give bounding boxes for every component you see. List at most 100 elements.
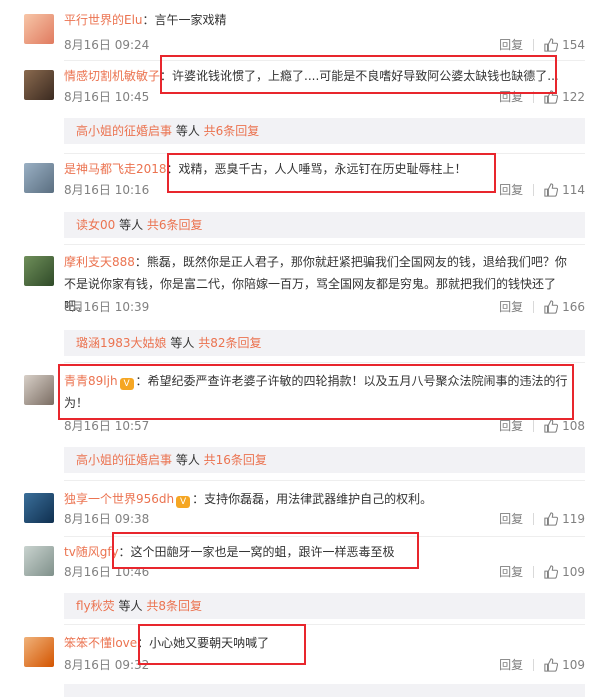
sub-reply-count-link[interactable]: 共16条回复 <box>204 453 267 467</box>
thumbs-up-icon <box>544 658 559 672</box>
comment-username[interactable]: 平行世界的Elu <box>64 13 143 27</box>
sub-reply-summary[interactable]: 读女00 等人 共6条回复 <box>64 212 585 238</box>
thumbs-up-icon <box>544 183 559 197</box>
thumbs-up-icon <box>544 300 559 314</box>
comment-time: 8月16日 10:57 <box>64 419 150 433</box>
like-count: 119 <box>562 512 585 526</box>
reply-button[interactable]: 回复 <box>499 37 523 53</box>
sub-reply-count-link[interactable]: 共6条回复 <box>147 218 203 232</box>
like-count: 166 <box>562 300 585 314</box>
avatar[interactable] <box>24 546 54 576</box>
like-count: 108 <box>562 419 585 433</box>
divider <box>533 91 535 103</box>
avatar[interactable] <box>24 70 54 100</box>
comment-time: 8月16日 09:32 <box>64 658 150 672</box>
comment-username[interactable]: 青青89ljh <box>64 374 118 388</box>
thumbs-up-icon <box>544 419 559 433</box>
thumbs-up-icon <box>544 565 559 579</box>
thumbs-up-icon <box>544 90 559 104</box>
comment-time: 8月16日 10:46 <box>64 565 150 579</box>
sub-reply-mid: 等人 <box>172 453 204 467</box>
avatar[interactable] <box>24 375 54 405</box>
like-count: 109 <box>562 565 585 579</box>
sub-reply-summary[interactable]: fly秋荧 等人 共8条回复 <box>64 593 585 619</box>
comment-username[interactable]: 独享一个世界956dh <box>64 492 174 506</box>
divider <box>64 153 585 154</box>
divider <box>533 659 535 671</box>
divider <box>64 362 585 363</box>
like-count: 114 <box>562 183 585 197</box>
thumbs-up-icon <box>544 512 559 526</box>
avatar[interactable] <box>24 637 54 667</box>
like-button[interactable]: 166 <box>544 299 585 315</box>
like-button[interactable]: 114 <box>544 182 585 198</box>
divider <box>533 301 535 313</box>
like-count: 109 <box>562 658 585 672</box>
avatar[interactable] <box>24 14 54 44</box>
thumbs-up-icon <box>544 38 559 52</box>
reply-button[interactable]: 回复 <box>499 182 523 198</box>
divider <box>64 244 585 245</box>
sub-reply-user[interactable]: fly秋荧 <box>76 599 115 613</box>
sub-reply-user[interactable]: 璐涵1983大姑娘 <box>76 336 167 350</box>
reply-button[interactable]: 回复 <box>499 89 523 105</box>
comment-time: 8月16日 10:45 <box>64 90 150 104</box>
comment-time: 8月16日 09:38 <box>64 512 150 526</box>
like-button[interactable]: 109 <box>544 657 585 673</box>
divider <box>64 480 585 481</box>
sub-reply-count-link[interactable]: 共8条回复 <box>146 599 202 613</box>
sub-reply-user[interactable]: 读女00 <box>76 218 115 232</box>
sub-reply-summary[interactable]: 璐涵1983大姑娘 等人 共82条回复 <box>64 330 585 356</box>
avatar[interactable] <box>24 163 54 193</box>
divider <box>533 566 535 578</box>
avatar[interactable] <box>24 493 54 523</box>
sub-reply-count-link[interactable]: 共82条回复 <box>198 336 261 350</box>
sub-reply-user[interactable]: 高小姐的征婚启事 <box>76 124 172 138</box>
comment-username[interactable]: 笨笨不懂love <box>64 636 137 650</box>
comment-time: 8月16日 10:39 <box>64 300 150 314</box>
reply-button[interactable]: 回复 <box>499 564 523 580</box>
comment-text: ：小心她又要朝天呐喊了 <box>137 636 270 650</box>
reply-button[interactable]: 回复 <box>499 299 523 315</box>
comment-username[interactable]: 情感切割机敏敏子 <box>64 69 160 83</box>
like-button[interactable]: 119 <box>544 511 585 527</box>
divider <box>64 60 585 61</box>
divider <box>533 184 535 196</box>
sub-reply-mid: 等人 <box>172 124 204 138</box>
comment-text: ：支持你磊磊，用法律武器维护自己的权利。 <box>192 492 433 506</box>
comment-text: ：言午一家戏精 <box>142 13 227 27</box>
avatar[interactable] <box>24 256 54 286</box>
like-button[interactable]: 122 <box>544 89 585 105</box>
comment-text: ：戏精，恶臭千古，人人唾骂，永远钉在历史耻辱柱上！ <box>166 162 467 176</box>
comment-username[interactable]: 摩利支天888 <box>64 255 135 269</box>
comment-time: 8月16日 10:16 <box>64 183 150 197</box>
reply-button[interactable]: 回复 <box>499 657 523 673</box>
sub-reply-count-link[interactable]: 共6条回复 <box>204 124 260 138</box>
sub-reply-mid: 等人 <box>114 599 147 613</box>
like-button[interactable]: 154 <box>544 37 585 53</box>
comment-username[interactable]: tv随风gfy <box>64 545 119 559</box>
divider <box>533 420 535 432</box>
reply-button[interactable]: 回复 <box>499 511 523 527</box>
sub-reply-user[interactable]: 高小姐的征婚启事 <box>76 453 172 467</box>
sub-reply-summary[interactable]: 高小姐的征婚启事 等人 共16条回复 <box>64 447 585 473</box>
sub-reply-mid: 等人 <box>115 218 147 232</box>
sub-reply-summary[interactable]: 高小姐的征婚启事 等人 共6条回复 <box>64 118 585 144</box>
comment-text: ：希望纪委严查许老婆子许敏的四轮捐款！以及五月八号聚众法院闹事的违法的行为！ <box>64 374 568 410</box>
vip-badge-icon: V <box>119 378 134 390</box>
vip-badge-icon: V <box>176 496 191 508</box>
comment-time: 8月16日 09:24 <box>64 38 150 52</box>
comment-text: ：这个田龅牙一家也是一窝的蛆，跟许一样恶毒至极 <box>118 545 395 559</box>
divider <box>64 624 585 625</box>
sub-reply-summary-cut <box>64 684 585 697</box>
divider <box>533 39 535 51</box>
comment-username[interactable]: 是神马都飞走2018 <box>64 162 167 176</box>
like-button[interactable]: 109 <box>544 564 585 580</box>
reply-button[interactable]: 回复 <box>499 418 523 434</box>
comment-text: ：许婆讹钱讹惯了，上瘾了....可能是不良嗜好导致阿公婆太缺钱也缺德了... <box>160 69 559 83</box>
divider <box>533 513 535 525</box>
sub-reply-mid: 等人 <box>166 336 199 350</box>
like-button[interactable]: 108 <box>544 418 585 434</box>
like-count: 122 <box>562 90 585 104</box>
divider <box>64 536 585 537</box>
